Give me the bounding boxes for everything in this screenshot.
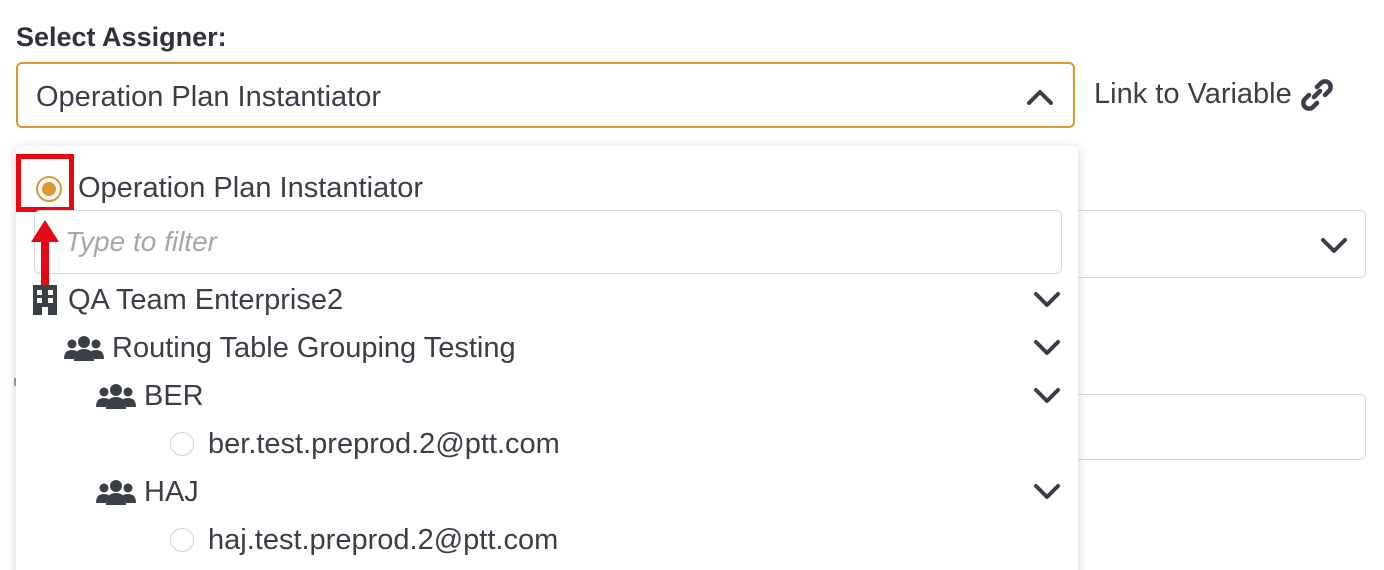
option-label: Operation Plan Instantiator <box>78 172 423 204</box>
users-icon <box>96 480 136 505</box>
radio-icon[interactable] <box>170 528 194 552</box>
tree-item-label: ber.test.preprod.2@ptt.com <box>208 427 560 460</box>
tree-item-label: BER <box>144 379 204 412</box>
chevron-down-icon <box>1321 238 1347 253</box>
tree-item-user[interactable]: haj.test.preprod.2@ptt.com <box>170 520 558 560</box>
background-select-field[interactable] <box>1060 210 1366 278</box>
link-to-variable-label: Link to Variable <box>1094 78 1292 110</box>
filter-input[interactable] <box>34 210 1062 274</box>
chevron-down-icon[interactable] <box>1032 332 1062 362</box>
tree-item-group[interactable]: Routing Table Grouping Testing <box>64 328 516 368</box>
tree-item-user[interactable]: ber.test.preprod.2@ptt.com <box>170 424 560 464</box>
chevron-down-icon[interactable] <box>1032 380 1062 410</box>
link-icon <box>1300 78 1333 111</box>
tree-item-label: haj.test.preprod.2@ptt.com <box>208 523 559 556</box>
building-icon <box>33 285 57 315</box>
tree-item-subgroup[interactable]: BER <box>96 376 204 416</box>
chevron-down-icon[interactable] <box>1032 284 1062 314</box>
radio-icon[interactable] <box>170 432 194 456</box>
option-selected[interactable]: Operation Plan Instantiator <box>36 172 423 205</box>
tree-item-enterprise[interactable]: QA Team Enterprise2 <box>30 280 343 320</box>
link-to-variable-button[interactable]: Link to Variable <box>1094 78 1334 111</box>
users-icon <box>96 384 136 409</box>
chevron-up-icon[interactable] <box>1025 82 1055 112</box>
background-input-field[interactable] <box>1060 394 1366 460</box>
assigner-select-value: Operation Plan Instantiator <box>36 81 381 113</box>
assigner-select[interactable]: Operation Plan Instantiator <box>16 62 1075 128</box>
page: Select Assigner: Operation Plan Instanti… <box>0 0 1384 570</box>
chevron-down-icon[interactable] <box>1032 476 1062 506</box>
select-assigner-label: Select Assigner: <box>16 22 227 52</box>
annotation-highlight-box <box>16 154 74 212</box>
assigner-dropdown: Operation Plan Instantiator QA Team Ente… <box>16 146 1078 570</box>
tree-item-label: Routing Table Grouping Testing <box>112 331 516 364</box>
users-icon <box>64 336 104 361</box>
tree-item-label: QA Team Enterprise2 <box>68 283 344 316</box>
tree-item-subgroup[interactable]: HAJ <box>96 472 199 512</box>
tree-item-label: HAJ <box>144 475 199 508</box>
